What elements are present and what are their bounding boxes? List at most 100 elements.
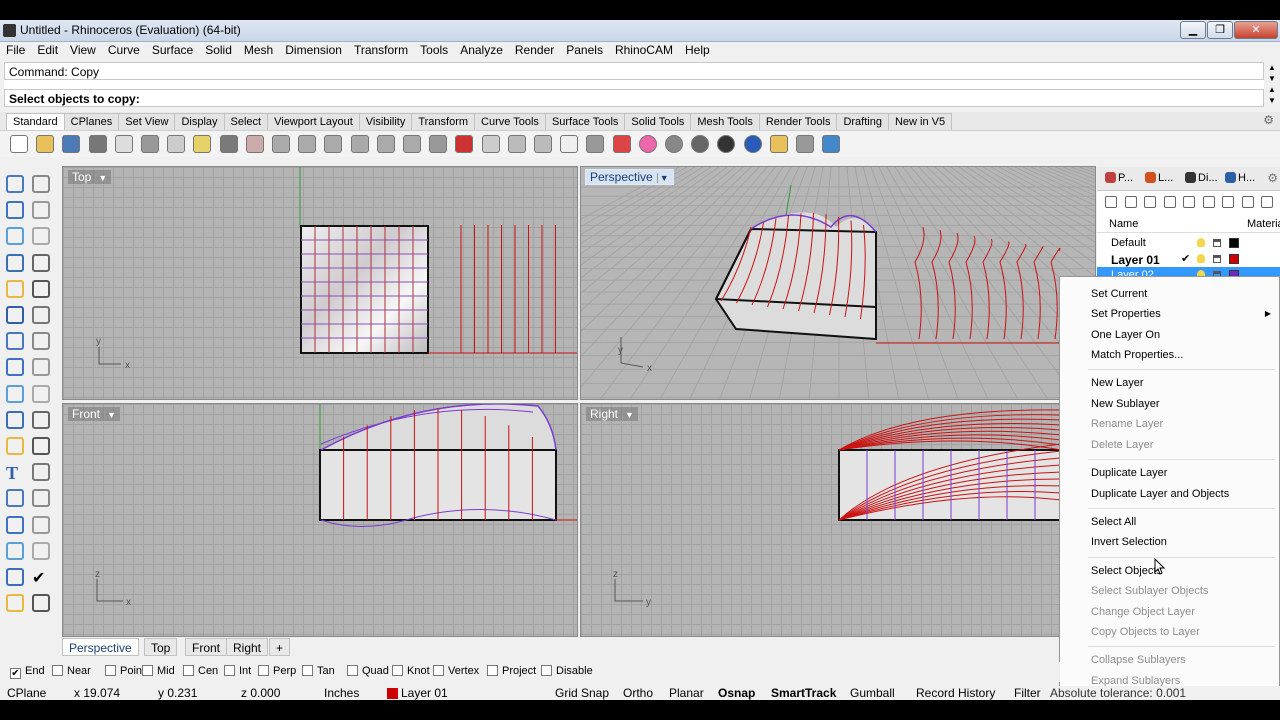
osnap-end[interactable]: ✔ End [10, 665, 45, 679]
menu-curve[interactable]: Curve [102, 42, 146, 57]
cplane-readout[interactable]: CPlane [7, 686, 46, 700]
status-toggle-filter[interactable]: Filter [1014, 686, 1041, 700]
menu-item-select-objects[interactable]: Select Objects [1091, 565, 1162, 577]
toolbar-tab-select[interactable]: Select [223, 113, 269, 130]
status-toggle-osnap[interactable]: Osnap [718, 686, 755, 700]
maximize-button[interactable]: ❐ [1207, 21, 1233, 39]
check-icon[interactable]: ✔ [32, 568, 50, 587]
current-layer-readout[interactable]: Layer 01 [401, 686, 448, 700]
offset-icon[interactable] [6, 410, 24, 429]
render-icon[interactable] [6, 594, 24, 613]
viewport-front[interactable]: z x Front ▼ [62, 403, 578, 637]
command-prompt[interactable]: Select objects to copy: [4, 89, 1264, 107]
viewport-tab-top[interactable]: Top [144, 638, 178, 656]
surface-points-icon[interactable] [6, 306, 24, 324]
options-gear-icon[interactable] [796, 135, 814, 153]
menu-item-set-current[interactable]: Set Current [1091, 288, 1147, 300]
loft-icon[interactable] [32, 358, 50, 377]
car-render-icon[interactable] [455, 135, 474, 153]
pan-hand-icon[interactable] [245, 135, 264, 153]
explode-icon[interactable] [32, 410, 50, 429]
viewport-label-top[interactable]: Top ▼ [67, 169, 113, 185]
import-icon[interactable] [114, 135, 133, 153]
grid-array-icon[interactable] [6, 541, 24, 560]
menu-item-select-all[interactable]: Select All [1091, 516, 1136, 528]
osnap-int[interactable]: Int [224, 665, 251, 677]
circle-center-icon[interactable] [32, 227, 50, 246]
column-name[interactable]: Name [1109, 218, 1138, 230]
status-toggle-grid-snap[interactable]: Grid Snap [555, 686, 609, 700]
group-icon[interactable] [6, 489, 24, 508]
osnap-checkbox[interactable] [347, 665, 358, 676]
polyline-icon[interactable] [6, 201, 24, 220]
viewport-tab-perspective[interactable]: Perspective [62, 638, 139, 656]
new-layer-icon[interactable] [1105, 196, 1117, 208]
split-icon[interactable] [32, 437, 50, 455]
lock-icon[interactable] [586, 135, 605, 153]
y-coordinate[interactable]: y 0.231 [158, 686, 197, 700]
osnap-disable[interactable]: Disable [541, 665, 593, 677]
menu-item-one-layer-on[interactable]: One Layer On [1091, 329, 1160, 341]
material-sphere-icon[interactable] [665, 135, 683, 153]
osnap-checkbox[interactable] [183, 665, 194, 676]
toolbar-tab-drafting[interactable]: Drafting [836, 113, 889, 130]
toolbar-tab-cplanes[interactable]: CPlanes [63, 113, 120, 130]
grid-icon[interactable] [429, 135, 448, 153]
select-icon[interactable] [6, 175, 24, 193]
ellipse-icon[interactable] [6, 279, 24, 298]
lock-icon[interactable] [1213, 239, 1221, 247]
mesh-icon[interactable] [6, 384, 24, 403]
menu-mesh[interactable]: Mesh [238, 42, 279, 57]
arc-icon[interactable] [6, 253, 24, 272]
viewport-label-perspective[interactable]: Perspective ▼ [585, 169, 674, 185]
print-icon[interactable] [88, 135, 107, 153]
osnap-checkbox[interactable] [392, 665, 403, 676]
osnap-tan[interactable]: Tan [302, 665, 335, 677]
help-icon[interactable] [822, 135, 841, 153]
hide-icon[interactable] [534, 135, 552, 153]
layer-help-icon[interactable] [1261, 196, 1273, 208]
toolbar-tab-set-view[interactable]: Set View [118, 113, 176, 130]
extrude-icon[interactable] [6, 358, 24, 377]
menu-tools[interactable]: Tools [414, 42, 454, 57]
menu-item-new-layer[interactable]: New Layer [1091, 377, 1144, 389]
osnap-project[interactable]: Project [487, 665, 536, 677]
toolbar-tab-surface-tools[interactable]: Surface Tools [544, 113, 626, 130]
undo-icon[interactable] [219, 135, 238, 153]
osnap-quad[interactable]: Quad [347, 665, 389, 677]
status-toggle-planar[interactable]: Planar [669, 686, 704, 700]
menu-help[interactable]: Help [679, 42, 716, 57]
osnap-checkbox[interactable] [487, 665, 498, 676]
lights-icon[interactable] [32, 594, 50, 613]
zoom-selected-icon[interactable] [376, 135, 395, 153]
viewport-perspective[interactable]: y x Perspective ▼ [580, 166, 1096, 400]
menu-item-duplicate-layer[interactable]: Duplicate Layer [1091, 467, 1167, 479]
toolbar-tab-viewport-layout[interactable]: Viewport Layout [267, 113, 360, 130]
surface-patch-icon[interactable] [32, 306, 50, 324]
layers-tab[interactable]: L... [1145, 172, 1173, 184]
osnap-vertex[interactable]: Vertex [433, 665, 479, 677]
rectangle-icon[interactable] [32, 253, 50, 272]
viewport-tab-front[interactable]: Front [185, 638, 228, 656]
box-icon[interactable] [6, 332, 24, 351]
menu-transform[interactable]: Transform [348, 42, 414, 57]
shaded-sphere-icon[interactable] [691, 135, 710, 153]
toolbar-tab-standard[interactable]: Standard [6, 113, 65, 130]
menu-item-new-sublayer[interactable]: New Sublayer [1091, 398, 1159, 410]
close-button[interactable]: ✕ [1234, 21, 1278, 39]
circle-select-icon[interactable] [507, 135, 526, 153]
gear-icon[interactable]: ⚙ [1263, 113, 1274, 127]
blue-sphere-icon[interactable] [743, 135, 762, 153]
osnap-checkbox[interactable] [224, 665, 235, 676]
rotate-view-icon[interactable] [272, 135, 290, 153]
dimension-icon[interactable] [32, 463, 50, 482]
lightbulb-icon[interactable] [1197, 238, 1205, 247]
circle-icon[interactable] [6, 227, 24, 246]
zoom-icon[interactable] [298, 135, 317, 153]
boolean-icon[interactable] [32, 332, 50, 351]
layer-color-swatch[interactable] [1229, 254, 1239, 264]
array-icon[interactable] [32, 515, 50, 534]
menu-item-set-properties[interactable]: Set Properties [1091, 308, 1161, 320]
move-up-icon[interactable] [1163, 196, 1176, 208]
move-parent-icon[interactable] [1202, 196, 1215, 208]
